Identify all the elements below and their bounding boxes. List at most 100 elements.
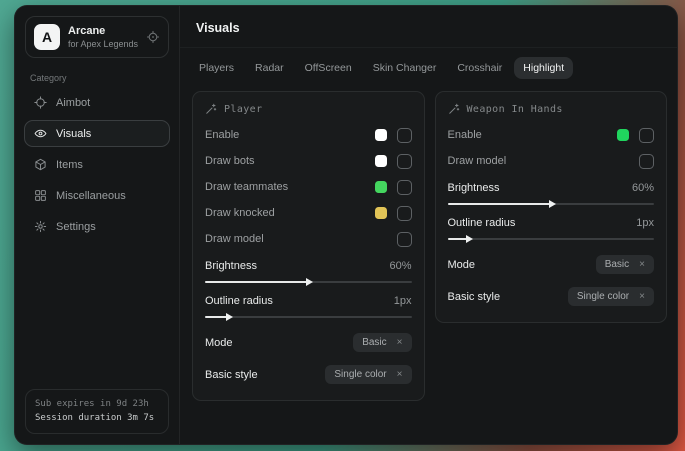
close-icon[interactable]: × <box>639 260 645 270</box>
setting-row-mode: Mode Basic × <box>205 331 412 354</box>
brand-text: Arcane for Apex Legends <box>68 25 138 49</box>
setting-label: Brightness <box>205 260 257 272</box>
slider-value: 60% <box>632 182 654 194</box>
brand-card: A Arcane for Apex Legends <box>25 16 169 58</box>
setting-row-draw-teammates: Draw teammates <box>205 174 412 200</box>
color-swatch[interactable] <box>375 207 387 219</box>
setting-label: Draw bots <box>205 155 375 167</box>
slider-value: 1px <box>636 217 654 229</box>
target-icon[interactable] <box>146 30 160 44</box>
app-logo: A <box>34 24 60 50</box>
main-content: Visuals PlayersRadarOffScreenSkin Change… <box>180 6 677 444</box>
outline-radius-slider[interactable] <box>205 312 412 322</box>
setting-label: Outline radius <box>205 295 273 307</box>
setting-label: Basic style <box>448 291 568 303</box>
setting-row-enable: Enable <box>448 122 655 148</box>
brightness-slider[interactable] <box>205 277 412 287</box>
draw-teammates-checkbox[interactable] <box>397 180 412 195</box>
wand-icon <box>448 103 460 115</box>
slider-label-row: Outline radius 1px <box>205 295 412 307</box>
draw-knocked-checkbox[interactable] <box>397 206 412 221</box>
slider-thumb[interactable] <box>466 235 473 243</box>
sidebar-item-label: Items <box>56 159 83 171</box>
panels-container: Player Enable Draw bots Draw teammates Draw … <box>180 81 677 401</box>
slider-thumb[interactable] <box>549 200 556 208</box>
setting-label: Mode <box>205 337 353 349</box>
panel-player: Player Enable Draw bots Draw teammates Draw … <box>192 91 425 401</box>
slider-value: 1px <box>394 295 412 307</box>
setting-row-draw-bots: Draw bots <box>205 148 412 174</box>
eye-icon <box>34 127 47 140</box>
slider-thumb[interactable] <box>306 278 313 286</box>
sidebar-item-label: Aimbot <box>56 97 90 109</box>
tab-highlight[interactable]: Highlight <box>514 57 573 79</box>
color-swatch[interactable] <box>375 155 387 167</box>
desktop-background: A Arcane for Apex Legends Category Aimbo… <box>0 0 685 451</box>
setting-row-brightness: Brightness60% <box>205 260 412 287</box>
enable-checkbox[interactable] <box>397 128 412 143</box>
sidebar-item-settings[interactable]: Settings <box>24 213 170 240</box>
setting-label: Outline radius <box>448 217 516 229</box>
tab-offscreen[interactable]: OffScreen <box>296 57 361 79</box>
tab-bar: PlayersRadarOffScreenSkin ChangerCrossha… <box>180 48 677 81</box>
close-icon[interactable]: × <box>639 292 645 302</box>
cube-icon <box>34 158 47 171</box>
mode-tag[interactable]: Basic × <box>596 255 654 274</box>
tab-skin-changer[interactable]: Skin Changer <box>364 57 446 79</box>
slider-thumb[interactable] <box>226 313 233 321</box>
outline-radius-slider[interactable] <box>448 234 655 244</box>
setting-label: Mode <box>448 259 596 271</box>
draw-bots-checkbox[interactable] <box>397 154 412 169</box>
panel-weapon-in-hands: Weapon In Hands Enable Draw model Brightnes… <box>435 91 668 323</box>
setting-row-draw-model: Draw model <box>448 148 655 174</box>
mode-tag[interactable]: Basic × <box>353 333 411 352</box>
color-swatch[interactable] <box>375 129 387 141</box>
page-title: Visuals <box>180 6 677 48</box>
panel-header: Player <box>205 103 412 115</box>
tag-label: Basic <box>605 259 629 270</box>
sidebar-item-miscellaneous[interactable]: Miscellaneous <box>24 182 170 209</box>
draw-model-checkbox[interactable] <box>639 154 654 169</box>
app-window: A Arcane for Apex Legends Category Aimbo… <box>14 5 678 445</box>
slider-label-row: Brightness 60% <box>448 182 655 194</box>
slider-track <box>205 316 412 318</box>
panel-title: Weapon In Hands <box>467 104 563 115</box>
setting-label: Draw model <box>205 233 397 245</box>
tag-label: Basic <box>362 337 386 348</box>
setting-label: Basic style <box>205 369 325 381</box>
sidebar-item-aimbot[interactable]: Aimbot <box>24 89 170 116</box>
sidebar-nav: Aimbot Visuals Items Miscellaneous Settings <box>15 87 179 242</box>
color-swatch[interactable] <box>617 129 629 141</box>
setting-row-basic-style: Basic styleSingle color× <box>448 285 655 308</box>
tag-label: Single color <box>334 369 386 380</box>
setting-row-draw-model: Draw model <box>205 226 412 252</box>
enable-checkbox[interactable] <box>639 128 654 143</box>
session-duration-text: Session duration 3m 7s <box>35 412 159 426</box>
setting-row-basic-style: Basic style Single color × <box>205 363 412 386</box>
setting-label: Brightness <box>448 182 500 194</box>
basic-style-tag[interactable]: Single color× <box>568 287 654 306</box>
app-subtitle: for Apex Legends <box>68 39 138 49</box>
tab-crosshair[interactable]: Crosshair <box>448 57 511 79</box>
sidebar-item-visuals[interactable]: Visuals <box>24 120 170 147</box>
setting-label: Draw model <box>448 155 640 167</box>
color-swatch[interactable] <box>375 181 387 193</box>
sub-expires-text: Sub expires in 9d 23h <box>35 398 159 412</box>
app-name: Arcane <box>68 25 138 38</box>
brightness-slider[interactable] <box>448 199 655 209</box>
setting-row-outline-radius: Outline radius 1px <box>448 217 655 244</box>
gear-icon <box>34 220 47 233</box>
setting-label: Draw teammates <box>205 181 375 193</box>
close-icon[interactable]: × <box>397 338 403 348</box>
close-icon[interactable]: × <box>397 370 403 380</box>
sidebar-item-items[interactable]: Items <box>24 151 170 178</box>
setting-row-enable: Enable <box>205 122 412 148</box>
setting-label: Enable <box>448 129 618 141</box>
panel-title: Player <box>224 104 263 115</box>
draw-model-checkbox[interactable] <box>397 232 412 247</box>
sidebar-item-label: Visuals <box>56 128 91 140</box>
tab-players[interactable]: Players <box>190 57 243 79</box>
basic-style-tag[interactable]: Single color × <box>325 365 411 384</box>
crosshair-icon <box>34 96 47 109</box>
tab-radar[interactable]: Radar <box>246 57 293 79</box>
